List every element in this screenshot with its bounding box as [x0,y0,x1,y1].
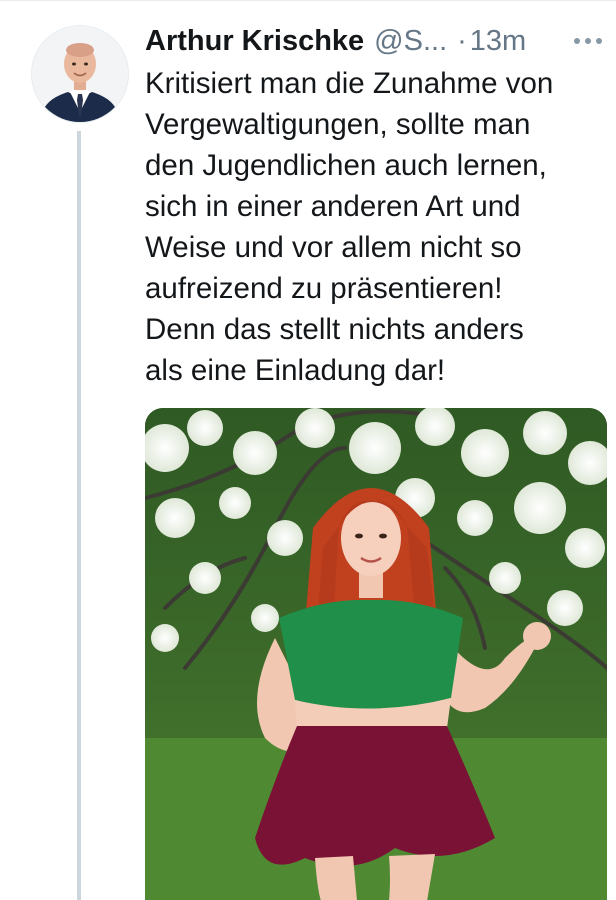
thread-line [77,131,81,900]
photo-image [145,408,607,900]
tweet-header: Arthur Krischke @S... · 13m [145,21,602,61]
more-options-icon[interactable] [574,27,602,55]
avatar-image [32,26,128,122]
tweet-media-photo[interactable] [145,408,607,900]
author-handle[interactable]: @S... [374,25,447,58]
author-name[interactable]: Arthur Krischke [145,25,364,58]
tweet-timestamp[interactable]: 13m [470,25,526,58]
separator-dot: · [457,24,467,57]
tweet-text: Kritisiert man die Zunahme von Vergewalt… [145,67,554,387]
author-avatar[interactable] [32,26,128,122]
tweet[interactable]: Arthur Krischke @S... · 13m Kritisiert m… [0,0,616,900]
